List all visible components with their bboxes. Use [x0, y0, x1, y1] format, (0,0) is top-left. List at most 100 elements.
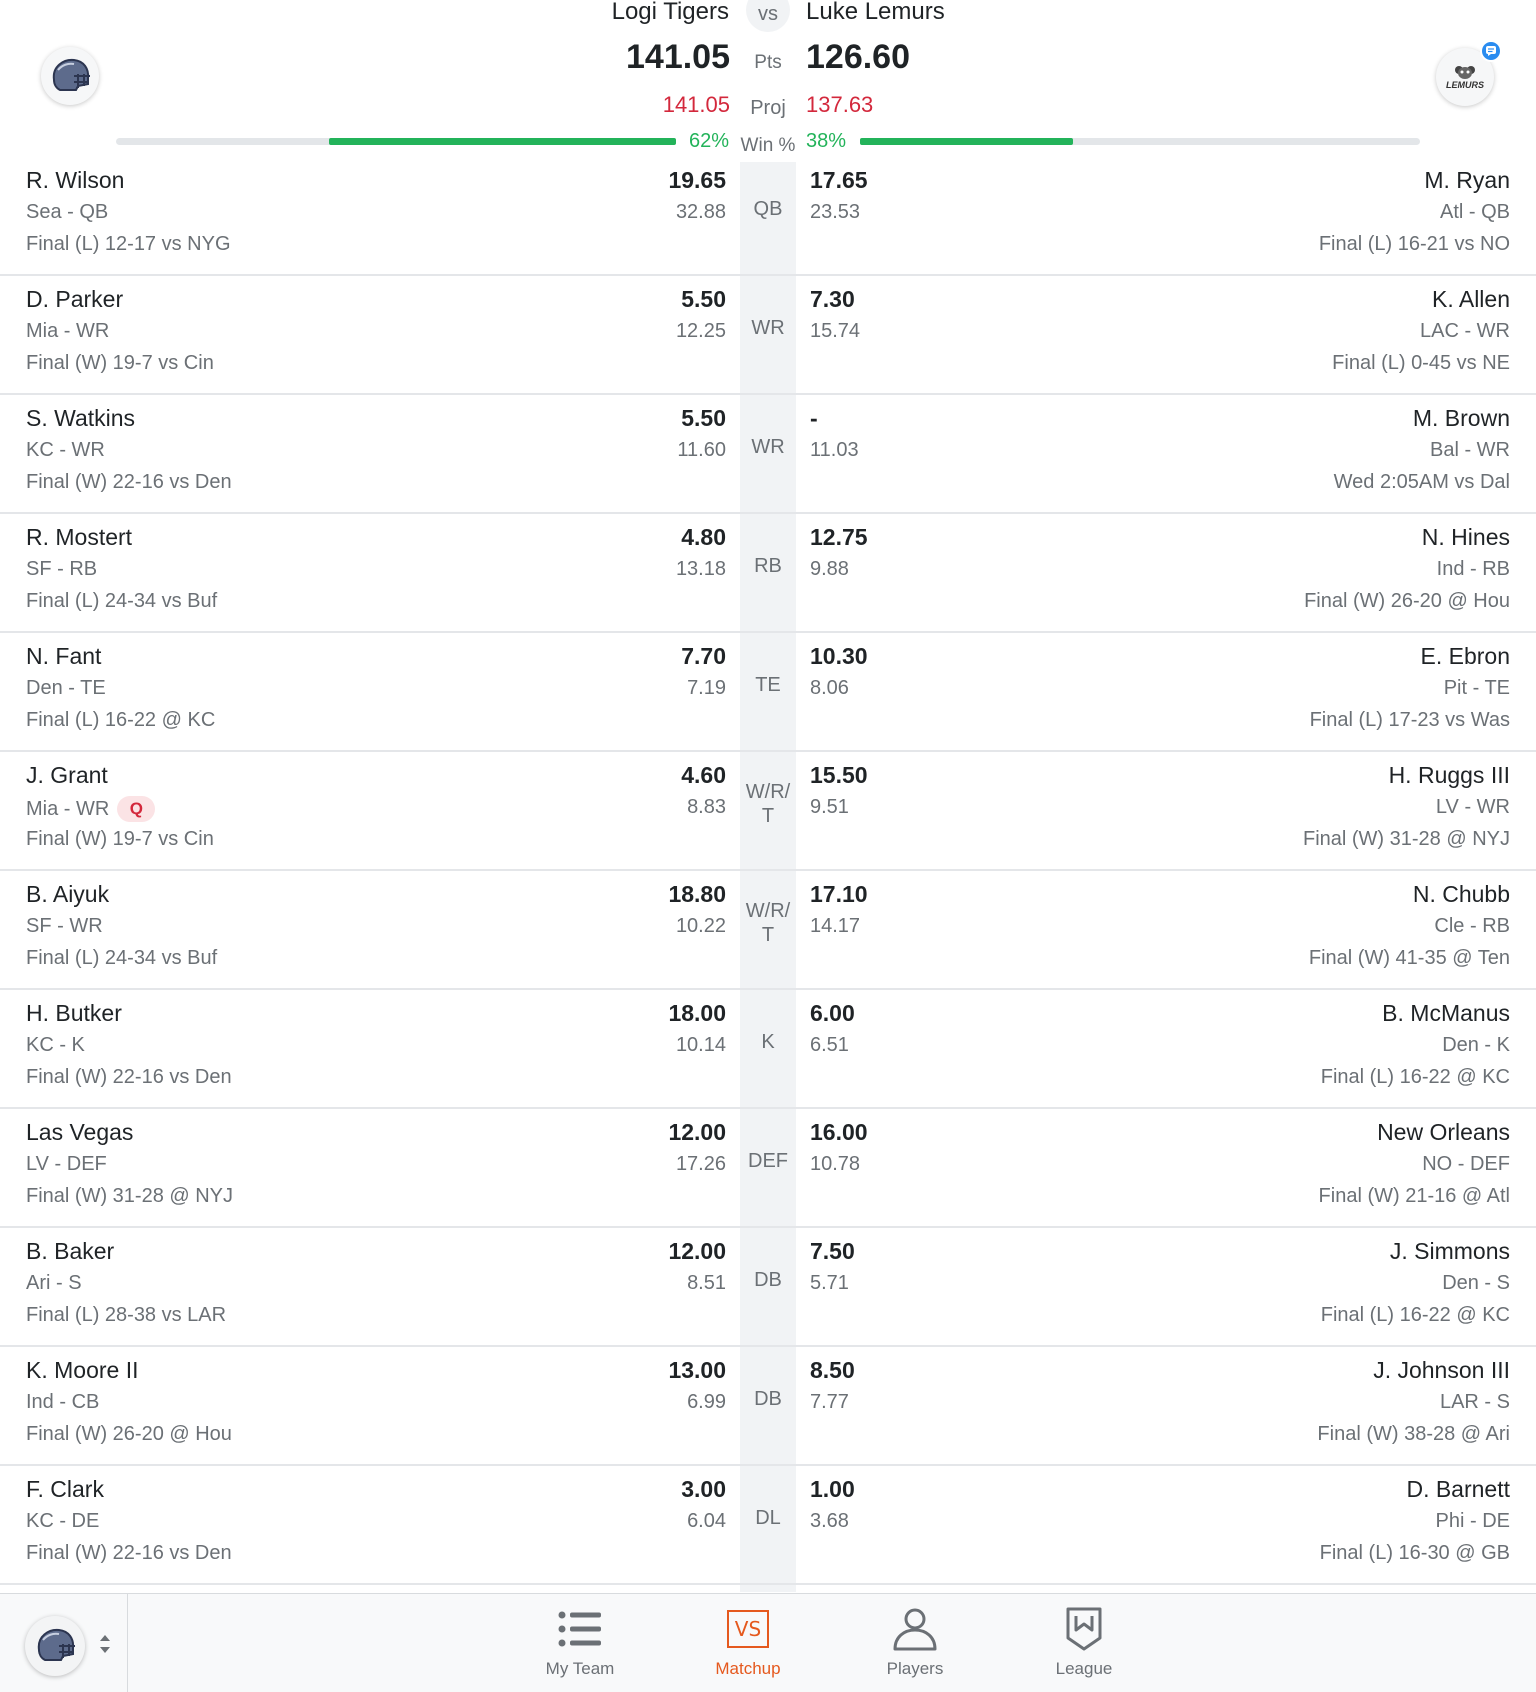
right-player-projection: 3.68	[810, 1510, 849, 1532]
left-player-score: 19.65	[668, 167, 726, 193]
left-player-name[interactable]: R. Mostert	[26, 524, 132, 551]
helmet-icon	[37, 1628, 75, 1661]
slot-label: WR	[751, 436, 785, 458]
left-player-position: Mia - WR Q	[26, 796, 156, 822]
nav-players[interactable]: Players	[855, 1594, 975, 1692]
left-player-projection: 13.18	[675, 558, 726, 580]
slot-label: DB	[754, 1269, 782, 1291]
left-player-game-status: Final (W) 19-7 vs Cin	[26, 828, 214, 850]
team1-avatar[interactable]	[41, 47, 99, 105]
right-player-name[interactable]: N. Chubb	[1413, 881, 1510, 908]
left-player-position: KC - K	[26, 1034, 85, 1057]
sort-arrows-icon[interactable]	[98, 1632, 112, 1656]
matchup-row: N. Fant Den - TE Final (L) 16-22 @ KC 7.…	[0, 633, 1536, 752]
matchup-row: B. Baker Ari - S Final (L) 28-38 vs LAR …	[0, 1228, 1536, 1347]
matchup-row: R. Mostert SF - RB Final (L) 24-34 vs Bu…	[0, 514, 1536, 633]
right-player-projection: 9.51	[810, 796, 849, 818]
left-player-name[interactable]: N. Fant	[26, 643, 101, 670]
team1-points: 141.05	[626, 38, 730, 76]
right-player-position: LV - WR	[1435, 796, 1510, 818]
left-player-name[interactable]: J. Grant	[26, 762, 108, 789]
nav-matchup[interactable]: VS Matchup	[688, 1594, 808, 1692]
left-player-projection: 7.19	[687, 677, 726, 699]
right-player-game-status: Final (W) 26-20 @ Hou	[1304, 590, 1510, 612]
matchup-row: K. Moore II Ind - CB Final (W) 26-20 @ H…	[0, 1347, 1536, 1466]
left-player-projection: 32.88	[675, 201, 726, 223]
team2-projected: 137.63	[806, 92, 874, 117]
left-player-position: KC - WR	[26, 439, 105, 462]
right-player-projection: 10.78	[810, 1153, 861, 1175]
team2-win-bar-fill	[860, 138, 1073, 145]
team-switcher[interactable]	[0, 1594, 128, 1692]
right-player-projection: 14.17	[810, 915, 861, 937]
right-player-name[interactable]: New Orleans	[1377, 1119, 1510, 1146]
nav-my-team-label: My Team	[545, 1659, 615, 1678]
left-player-team-position: SF - RB	[26, 558, 98, 580]
left-player-name[interactable]: S. Watkins	[26, 405, 135, 432]
chat-icon	[1486, 46, 1496, 56]
nav-league[interactable]: League	[1024, 1594, 1144, 1692]
slot-label: WR	[751, 317, 785, 339]
right-player-name[interactable]: J. Johnson III	[1373, 1357, 1510, 1384]
right-player-name[interactable]: N. Hines	[1422, 524, 1510, 551]
right-player-position: LAC - WR	[1420, 320, 1510, 342]
right-player-position: Den - S	[1442, 1272, 1510, 1294]
injury-status-badge[interactable]: Q	[117, 796, 156, 822]
right-player-name[interactable]: M. Brown	[1413, 405, 1510, 432]
right-player-name[interactable]: D. Barnett	[1406, 1476, 1510, 1503]
right-player-name[interactable]: H. Ruggs III	[1389, 762, 1510, 789]
left-player-name[interactable]: D. Parker	[26, 286, 123, 313]
left-player-projection: 6.99	[687, 1391, 726, 1413]
projected-label: Proj	[750, 97, 786, 119]
team1-name[interactable]: Logi Tigers	[612, 0, 729, 26]
right-player-name[interactable]: E. Ebron	[1421, 643, 1511, 670]
team2-name[interactable]: Luke Lemurs	[806, 0, 945, 26]
right-player-name[interactable]: K. Allen	[1432, 286, 1510, 313]
left-player-name[interactable]: F. Clark	[26, 1476, 104, 1503]
left-player-score: 13.00	[668, 1357, 726, 1383]
left-player-name[interactable]: K. Moore II	[26, 1357, 138, 1384]
right-player-name[interactable]: B. McManus	[1382, 1000, 1510, 1027]
right-player-game-status: Final (W) 41-35 @ Ten	[1308, 947, 1510, 969]
vs-icon: VS	[723, 1606, 773, 1652]
left-player-name[interactable]: B. Baker	[26, 1238, 114, 1265]
matchup-row-content: B. Aiyuk SF - WR Final (L) 24-34 vs Buf …	[0, 871, 1536, 990]
right-player-name[interactable]: M. Ryan	[1424, 167, 1510, 194]
list-icon	[555, 1606, 605, 1652]
right-player-game-status: Final (W) 38-28 @ Ari	[1317, 1423, 1510, 1445]
right-player-position: Atl - QB	[1439, 201, 1510, 223]
left-player-name[interactable]: H. Butker	[26, 1000, 122, 1027]
slot-label: QB	[753, 198, 783, 220]
left-player-game-status: Final (W) 31-28 @ NYJ	[26, 1185, 234, 1207]
nav-my-team[interactable]: My Team	[520, 1594, 640, 1692]
right-player-position: Den - K	[1442, 1034, 1510, 1056]
right-player-name[interactable]: J. Simmons	[1390, 1238, 1510, 1265]
left-player-name[interactable]: B. Aiyuk	[26, 881, 109, 908]
matchup-row-content: S. Watkins KC - WR Final (W) 22-16 vs De…	[0, 395, 1536, 514]
win-percent-label: Win %	[740, 135, 796, 156]
matchup-row-content: J. Grant Mia - WR Q Final (W) 19-7 vs Cin…	[0, 752, 1536, 871]
matchup-row-content: H. Butker KC - K Final (W) 22-16 vs Den …	[0, 990, 1536, 1109]
left-player-projection: 10.14	[675, 1034, 726, 1056]
chat-badge[interactable]	[1480, 40, 1502, 62]
left-player-name[interactable]: R. Wilson	[26, 167, 124, 194]
left-player-position: Den - TE	[26, 677, 106, 700]
left-player-position: Sea - QB	[26, 201, 108, 224]
left-player-position: Ind - CB	[26, 1391, 99, 1414]
right-player-game-status: Final (L) 0-45 vs NE	[1332, 352, 1510, 374]
left-player-name[interactable]: Las Vegas	[26, 1119, 133, 1146]
shield-icon	[1059, 1606, 1109, 1652]
left-player-game-status: Final (W) 22-16 vs Den	[26, 471, 232, 493]
left-player-team-position: LV - DEF	[26, 1153, 107, 1175]
slot-label: W/R/T	[740, 780, 796, 828]
team-switcher-avatar[interactable]	[25, 1616, 85, 1676]
left-player-projection: 11.60	[677, 439, 726, 461]
right-player-score: 17.10	[810, 881, 868, 907]
right-player-position: Pit - TE	[1443, 677, 1510, 699]
left-player-game-status: Final (L) 28-38 vs LAR	[26, 1304, 227, 1326]
slot-label: TE	[755, 674, 781, 696]
team1-win-bar-fill	[329, 138, 676, 145]
matchup-row-content: N. Fant Den - TE Final (L) 16-22 @ KC 7.…	[0, 633, 1536, 752]
matchup-row-content: K. Moore II Ind - CB Final (W) 26-20 @ H…	[0, 1347, 1536, 1466]
matchup-row: H. Butker KC - K Final (W) 22-16 vs Den …	[0, 990, 1536, 1109]
